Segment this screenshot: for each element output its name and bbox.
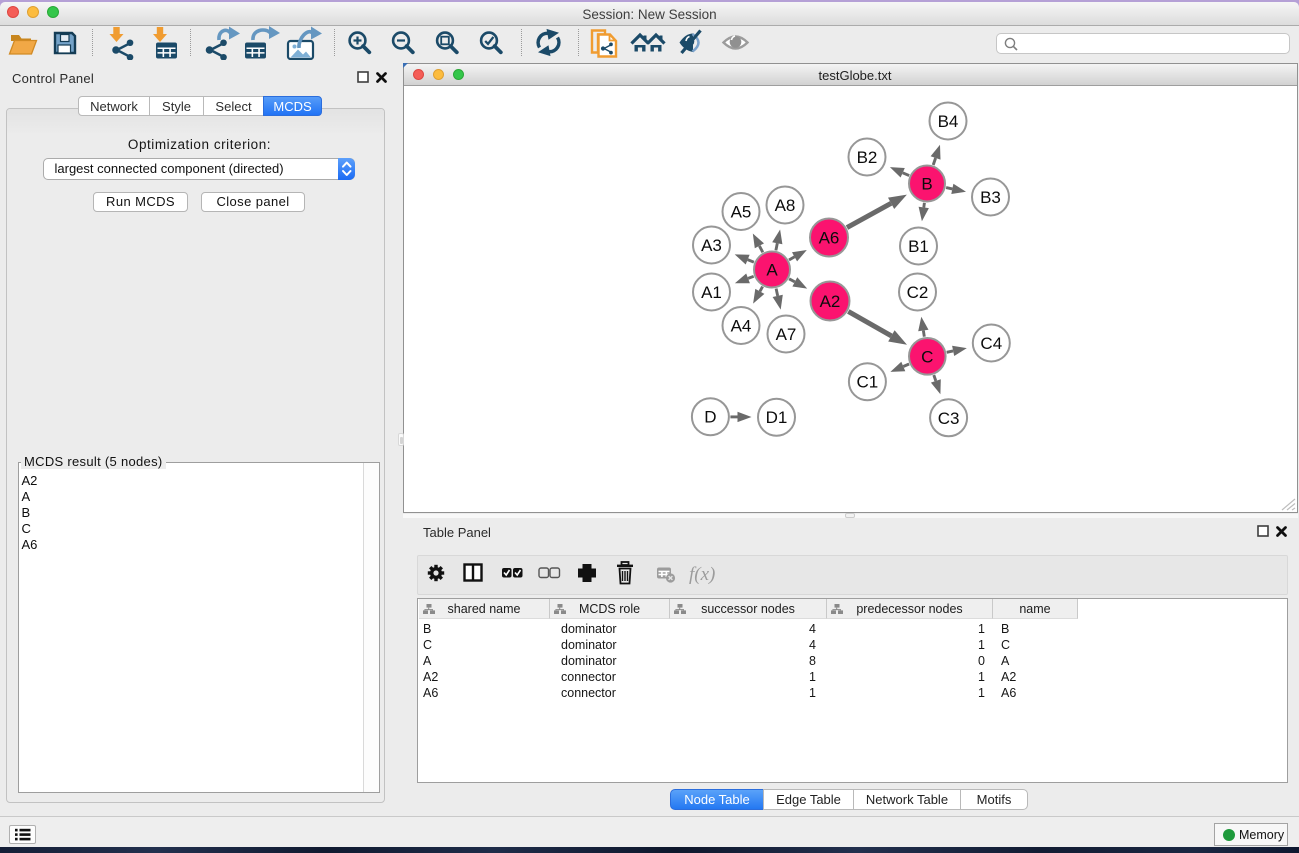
svg-text:A8: A8: [775, 196, 796, 215]
svg-text:C: C: [921, 347, 933, 366]
svg-text:f(x): f(x): [689, 564, 715, 585]
svg-text:C2: C2: [907, 283, 929, 302]
svg-text:A4: A4: [731, 317, 752, 336]
svg-text:C3: C3: [938, 409, 960, 428]
svg-text:A6: A6: [819, 229, 840, 248]
svg-text:B1: B1: [908, 237, 929, 256]
svg-text:A3: A3: [701, 236, 722, 255]
svg-text:D: D: [704, 408, 716, 427]
svg-text:A5: A5: [731, 203, 752, 222]
svg-text:A7: A7: [776, 325, 797, 344]
svg-text:B3: B3: [980, 188, 1001, 207]
svg-text:C1: C1: [857, 373, 879, 392]
svg-text:D1: D1: [766, 408, 788, 427]
svg-text:B4: B4: [938, 112, 959, 131]
svg-text:B: B: [921, 175, 932, 194]
svg-text:A2: A2: [820, 292, 841, 311]
svg-text:A: A: [766, 261, 778, 280]
svg-text:A1: A1: [701, 283, 722, 302]
svg-text:C4: C4: [980, 334, 1002, 353]
svg-text:B2: B2: [857, 148, 878, 167]
